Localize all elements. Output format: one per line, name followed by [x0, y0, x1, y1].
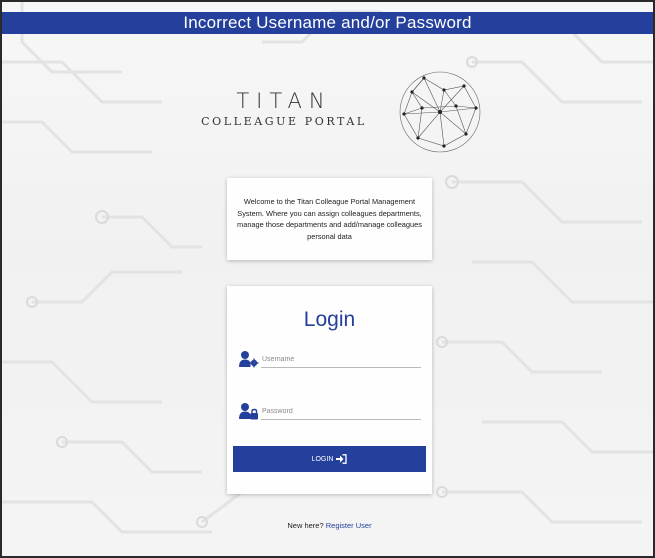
username-input[interactable]: [261, 352, 421, 368]
username-field-group: [239, 350, 421, 370]
register-prompt-text: New here?: [287, 521, 324, 530]
login-page: Incorrect Username and/or Password TITAN…: [0, 0, 655, 558]
password-input[interactable]: [261, 404, 421, 420]
login-heading: Login: [303, 308, 356, 331]
login-form: Login LOGIN: [227, 286, 432, 494]
portal-logo: TITAN COLLEAGUE PORTAL: [188, 89, 380, 128]
welcome-card: Welcome to the Titan Colleague Portal Ma…: [227, 178, 432, 260]
user-lock-icon: [239, 403, 258, 420]
login-button[interactable]: LOGIN: [233, 446, 426, 472]
sign-in-icon: [336, 454, 348, 464]
register-user-link[interactable]: Register User: [326, 521, 372, 530]
password-field-group: [239, 402, 421, 422]
globe-logo-icon: [399, 71, 481, 153]
login-button-label: LOGIN: [311, 455, 334, 463]
logo-subtitle: COLLEAGUE PORTAL: [201, 115, 367, 128]
welcome-message: Welcome to the Titan Colleague Portal Ma…: [237, 197, 422, 241]
user-gear-icon: [239, 351, 259, 368]
logo-title: TITAN: [236, 89, 332, 113]
register-prompt: New here? Register User: [227, 521, 432, 530]
error-alert-banner: Incorrect Username and/or Password: [2, 12, 653, 34]
